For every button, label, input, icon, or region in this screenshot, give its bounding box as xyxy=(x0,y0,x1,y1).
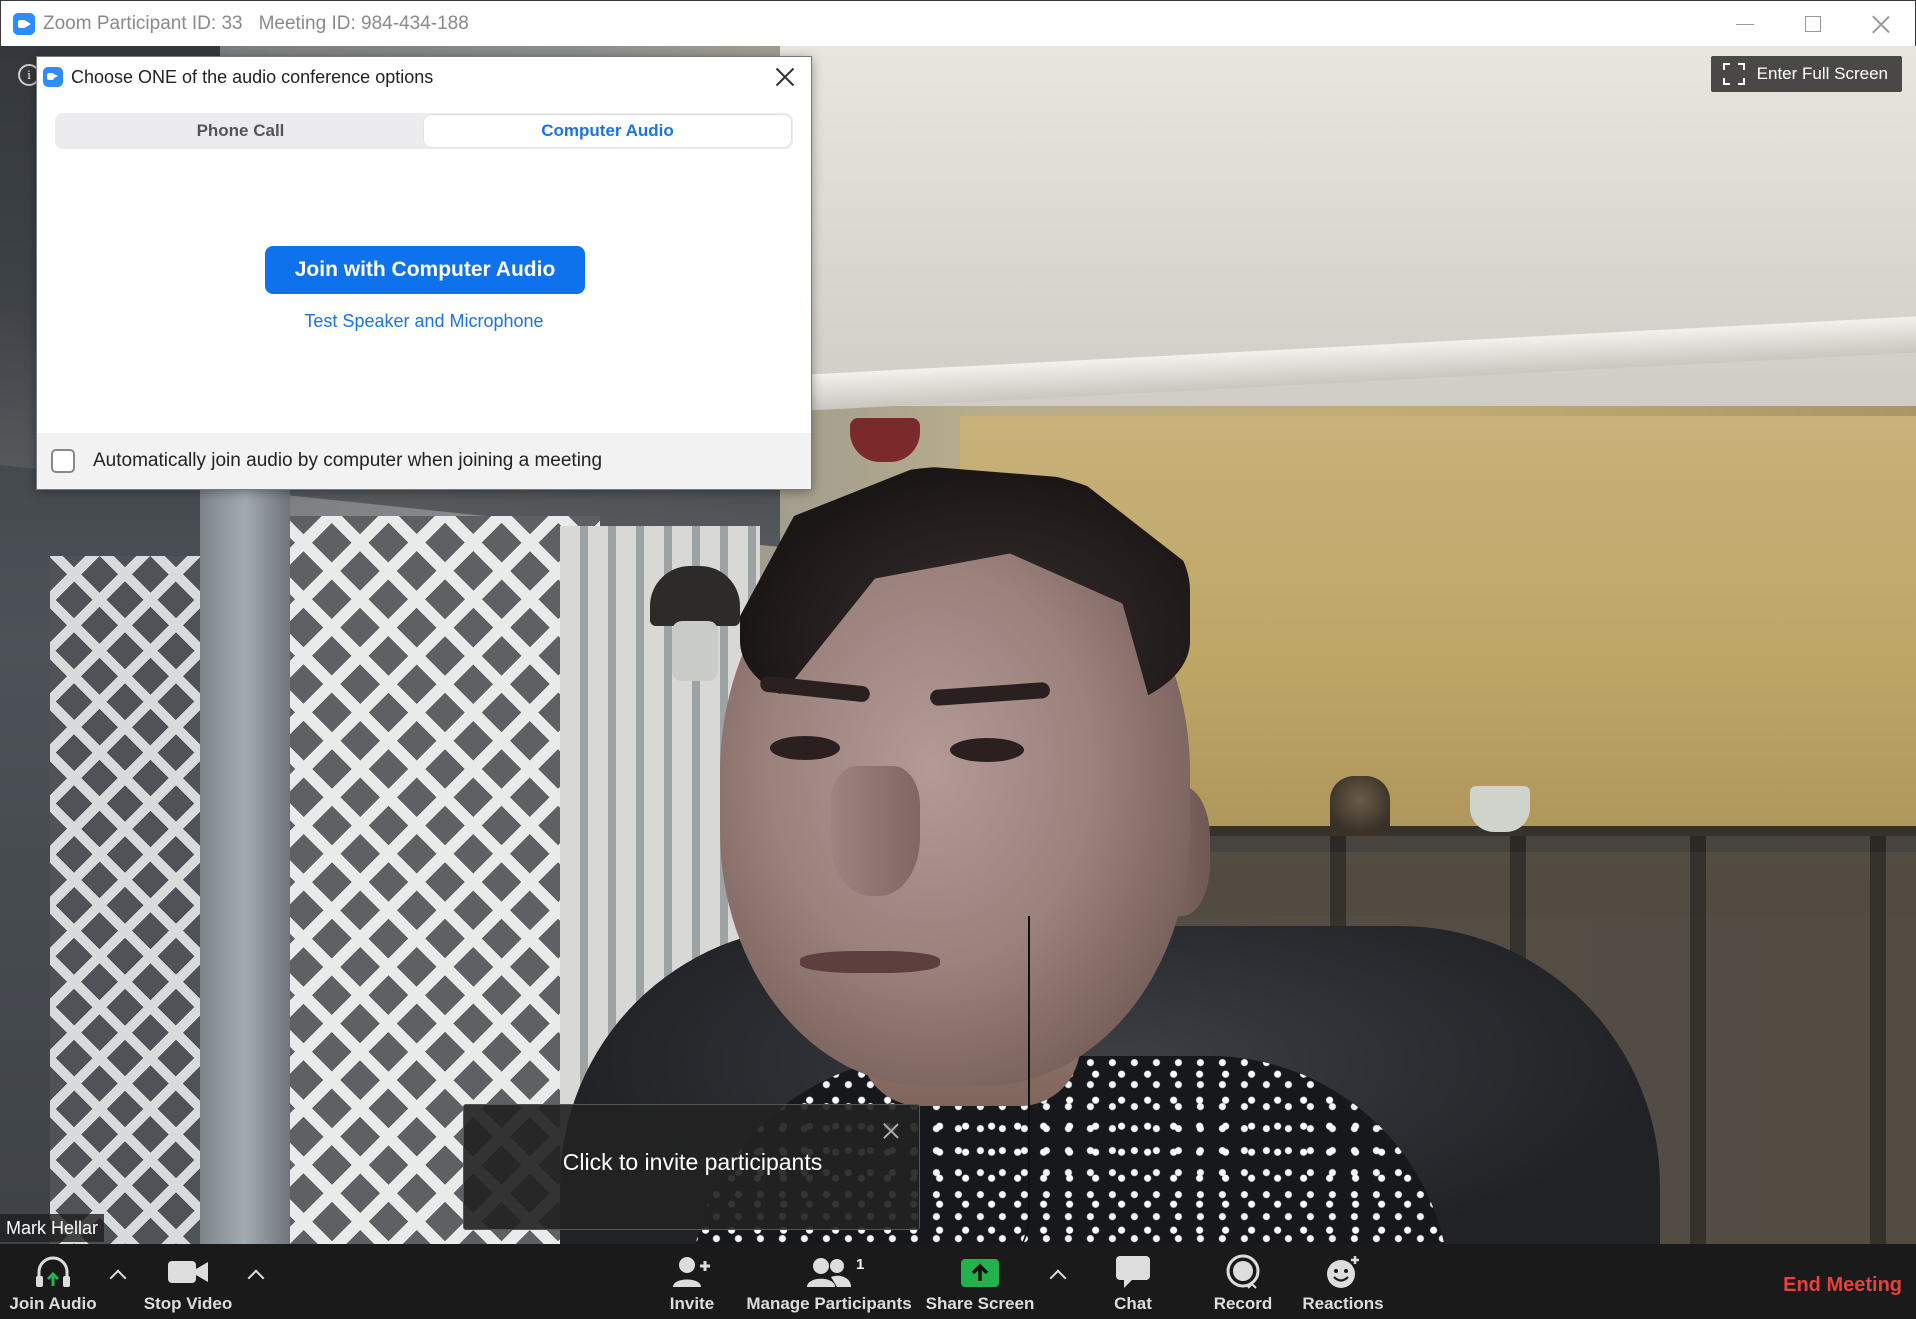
person-mouth xyxy=(800,951,940,973)
audio-options-dialog: Choose ONE of the audio conference optio… xyxy=(36,56,812,490)
zoom-logo-icon xyxy=(13,12,35,35)
invite-toast[interactable]: Click to invite participants xyxy=(463,1104,920,1230)
record-icon xyxy=(1223,1254,1263,1290)
title-bar: Zoom Participant ID: 33 Meeting ID: 984-… xyxy=(0,0,1916,46)
fullscreen-icon xyxy=(1722,63,1745,85)
join-audio-button[interactable]: Join Audio xyxy=(0,1244,106,1319)
record-button[interactable]: Record xyxy=(1210,1244,1276,1319)
share-options-caret[interactable] xyxy=(1048,1266,1068,1286)
stop-video-button[interactable]: Stop Video xyxy=(136,1244,240,1319)
window-title: Zoom Participant ID: 33 xyxy=(43,12,243,34)
meeting-id: Meeting ID: 984-434-188 xyxy=(258,12,469,34)
share-screen-label: Share Screen xyxy=(925,1294,1035,1313)
participants-icon xyxy=(807,1254,851,1290)
toast-close-button[interactable] xyxy=(883,1123,899,1139)
chat-label: Chat xyxy=(1114,1294,1152,1313)
fullscreen-label: Enter Full Screen xyxy=(1756,64,1888,83)
invite-button[interactable]: Invite xyxy=(660,1244,724,1319)
tab-phone-call[interactable]: Phone Call xyxy=(57,115,424,147)
test-speaker-link[interactable]: Test Speaker and Microphone xyxy=(37,311,811,332)
smiley-add-icon xyxy=(1323,1254,1363,1290)
video-camera-icon xyxy=(167,1254,209,1290)
reactions-button[interactable]: Reactions xyxy=(1302,1244,1384,1319)
audio-tabs: Phone Call Computer Audio xyxy=(55,113,793,149)
record-label: Record xyxy=(1213,1294,1273,1313)
chat-bubble-icon xyxy=(1114,1254,1152,1290)
manage-participants-button[interactable]: Manage Participants xyxy=(746,1244,912,1319)
person-eye-right xyxy=(950,738,1024,762)
meeting-toolbar: Join Audio Stop Video Invite Manage Part… xyxy=(0,1244,1916,1319)
dialog-footer: Automatically join audio by computer whe… xyxy=(37,433,811,489)
bg-statue xyxy=(1330,776,1390,836)
chat-button[interactable]: Chat xyxy=(1110,1244,1156,1319)
share-screen-button[interactable]: Share Screen xyxy=(925,1244,1035,1319)
headphones-icon xyxy=(33,1254,73,1290)
bg-lamp-glass xyxy=(672,621,718,681)
reactions-label: Reactions xyxy=(1302,1294,1384,1313)
audio-options-caret[interactable] xyxy=(108,1266,128,1286)
tab-computer-audio[interactable]: Computer Audio xyxy=(424,115,791,147)
close-window-button[interactable] xyxy=(1847,1,1915,47)
dialog-title: Choose ONE of the audio conference optio… xyxy=(71,66,434,87)
join-audio-label: Join Audio xyxy=(9,1294,97,1313)
auto-join-label: Automatically join audio by computer whe… xyxy=(93,450,603,471)
enter-fullscreen-button[interactable]: Enter Full Screen xyxy=(1710,56,1902,92)
bg-lattice-left xyxy=(50,556,200,1244)
person-eye-left xyxy=(770,736,840,760)
close-icon xyxy=(1872,15,1890,33)
share-screen-icon xyxy=(960,1254,1000,1290)
person-nose xyxy=(830,766,920,896)
manage-participants-label: Manage Participants xyxy=(746,1294,912,1313)
bg-door-frame xyxy=(200,476,290,1244)
participant-name-tag: Mark Hellar xyxy=(0,1214,105,1242)
zoom-logo-icon xyxy=(43,67,63,87)
video-options-caret[interactable] xyxy=(246,1266,266,1286)
minimize-icon xyxy=(1736,23,1754,25)
add-person-icon xyxy=(671,1254,713,1290)
participant-count: 1 xyxy=(856,1256,865,1273)
toast-text: Click to invite participants xyxy=(562,1149,823,1175)
bg-red-lamp xyxy=(850,418,920,462)
dialog-close-button[interactable] xyxy=(775,67,795,87)
maximize-icon xyxy=(1805,16,1821,32)
window-controls xyxy=(1711,1,1915,47)
stop-video-label: Stop Video xyxy=(143,1294,233,1313)
minimize-button[interactable] xyxy=(1711,1,1779,47)
bg-bowl xyxy=(1470,786,1530,832)
earphone-cord xyxy=(950,916,1030,1244)
auto-join-checkbox[interactable] xyxy=(51,449,75,473)
maximize-button[interactable] xyxy=(1779,1,1847,47)
end-meeting-button[interactable]: End Meeting xyxy=(1783,1274,1902,1297)
invite-label: Invite xyxy=(669,1294,715,1313)
join-computer-audio-button[interactable]: Join with Computer Audio xyxy=(265,246,585,294)
dialog-header: Choose ONE of the audio conference optio… xyxy=(37,57,811,97)
